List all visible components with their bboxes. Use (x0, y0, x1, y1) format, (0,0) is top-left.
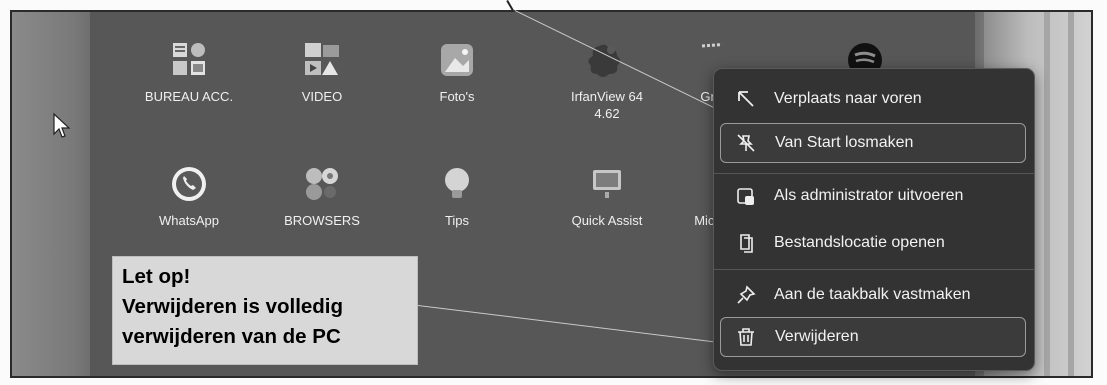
tips-icon (437, 164, 477, 204)
menu-item-pin-taskbar[interactable]: Aan de taakbalk vastmaken (720, 275, 1026, 315)
file-location-icon (736, 233, 756, 253)
menu-item-label: Van Start losmaken (775, 134, 914, 151)
menu-item-run-as-admin[interactable]: Als administrator uitvoeren (720, 176, 1026, 216)
quick-assist-icon (587, 164, 627, 204)
app-whatsapp[interactable]: WhatsApp (129, 164, 249, 229)
video-folder-icon (302, 40, 342, 80)
app-irfanview[interactable]: IrfanView 64 4.62 (547, 40, 667, 122)
admin-shield-icon (736, 186, 756, 206)
app-quick-assist[interactable]: Quick Assist (547, 164, 667, 229)
app-label-line2: 4.62 (594, 106, 620, 121)
menu-item-uninstall[interactable]: Verwijderen (720, 317, 1026, 357)
warning-note: Let op! Verwijderen is volledig verwijde… (112, 256, 418, 365)
app-label: VIDEO (301, 89, 343, 104)
app-tips[interactable]: Tips (397, 164, 517, 229)
app-bureau-acc[interactable]: BUREAU ACC. (129, 40, 249, 105)
note-line-1: Let op! (122, 265, 191, 288)
app-label: Foto's (439, 89, 475, 104)
irfanview-icon (587, 40, 627, 80)
note-line-3: verwijderen van de PC (122, 325, 341, 348)
menu-item-label: Verwijderen (775, 328, 859, 345)
app-browsers[interactable]: BROWSERS (262, 164, 382, 229)
menu-item-open-file-location[interactable]: Bestandslocatie openen (720, 223, 1026, 263)
app-label-line1: IrfanView 64 (570, 89, 644, 104)
menu-separator (714, 269, 1034, 270)
menu-item-label: Bestandslocatie openen (774, 234, 945, 251)
mouse-pointer-icon (52, 112, 72, 145)
menu-item-label: Aan de taakbalk vastmaken (774, 286, 971, 303)
app-label: Tips (444, 213, 470, 228)
menu-separator (714, 173, 1034, 174)
app-label: WhatsApp (159, 213, 219, 228)
trash-icon (736, 327, 756, 347)
app-video[interactable]: VIDEO (262, 40, 382, 105)
screenshot-frame: BUREAU ACC. VIDEO Foto's IrfanView 64 4.… (0, 0, 1107, 385)
note-line-2: Verwijderen is volledig (122, 295, 344, 318)
photos-icon (437, 40, 477, 80)
whatsapp-icon (169, 164, 209, 204)
context-menu: Verplaats naar voren Van Start losmaken … (713, 68, 1035, 371)
arrow-up-left-icon (736, 89, 756, 109)
folder-grid-icon (169, 40, 209, 80)
window-frame-bar (1044, 12, 1050, 376)
menu-item-move-forward[interactable]: Verplaats naar voren (720, 79, 1026, 119)
app-label: BROWSERS (284, 213, 360, 228)
unpin-icon (736, 133, 756, 153)
window-frame-bar (1068, 12, 1074, 376)
app-label: Quick Assist (571, 213, 643, 228)
app-fotos[interactable]: Foto's (397, 40, 517, 105)
browsers-folder-icon (302, 164, 342, 204)
menu-item-label: Verplaats naar voren (774, 90, 922, 107)
menu-item-unpin-start[interactable]: Van Start losmaken (720, 123, 1026, 163)
menu-item-label: Als administrator uitvoeren (774, 187, 964, 204)
pin-icon (736, 285, 756, 305)
app-label: BUREAU ACC. (144, 89, 234, 104)
